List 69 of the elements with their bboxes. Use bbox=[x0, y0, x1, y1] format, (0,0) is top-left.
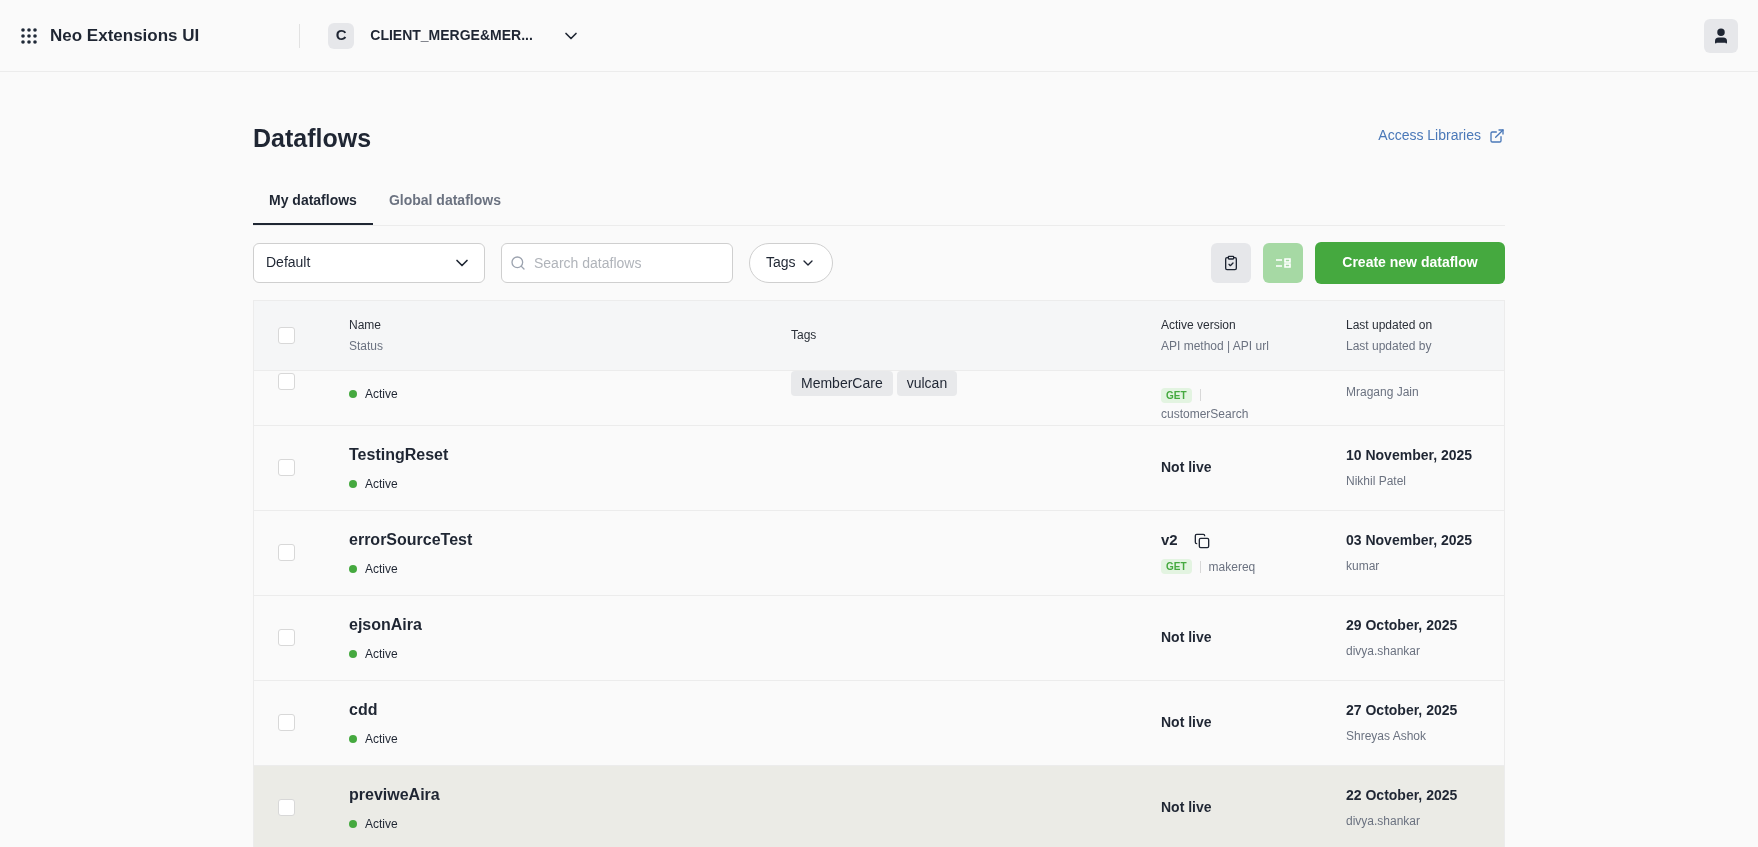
dataflow-name[interactable]: previweAira bbox=[349, 782, 791, 807]
copy-icon[interactable] bbox=[1193, 532, 1210, 549]
method-badge: GET bbox=[1161, 559, 1192, 575]
api-url: customerSearch bbox=[1161, 405, 1250, 423]
tag: MemberCare bbox=[791, 370, 893, 396]
move-button[interactable] bbox=[1263, 242, 1303, 283]
version-label: v2 bbox=[1161, 530, 1178, 551]
api-url: makereq bbox=[1208, 558, 1256, 576]
status-text: Active bbox=[365, 645, 398, 663]
clipboard-button[interactable] bbox=[1211, 242, 1251, 283]
move-icon bbox=[1275, 255, 1291, 270]
dataflow-name[interactable]: ejsonAira bbox=[349, 612, 791, 637]
user-icon bbox=[1712, 26, 1730, 45]
column-subtitle: Status bbox=[349, 337, 385, 355]
checkbox[interactable] bbox=[278, 714, 295, 731]
version-status: Not live bbox=[1161, 713, 1213, 732]
checkbox[interactable] bbox=[278, 799, 295, 816]
column-title: Last updated on bbox=[1346, 316, 1434, 334]
updated-by: Mragang Jain bbox=[1346, 383, 1420, 401]
dataflow-name[interactable]: TestingReset bbox=[349, 442, 791, 467]
updated-by: kumar bbox=[1346, 558, 1381, 575]
dataflow-name[interactable]: cdd bbox=[349, 697, 791, 722]
tag: vulcan bbox=[896, 370, 958, 396]
checkbox[interactable] bbox=[278, 459, 295, 476]
updated-date: 22 October, 2025 bbox=[1346, 786, 1459, 805]
checkbox[interactable] bbox=[278, 629, 295, 646]
method-badge: GET bbox=[1161, 387, 1192, 403]
tab[interactable]: My dataflows bbox=[253, 189, 373, 225]
updated-date: 29 October, 2025 bbox=[1346, 616, 1459, 635]
search-field[interactable]: Search dataflows bbox=[501, 242, 733, 283]
user-button[interactable] bbox=[1704, 18, 1738, 53]
table-row[interactable]: Active MemberCare vulcan GET customerSearch Mragang Jain bbox=[254, 370, 1504, 426]
checkbox[interactable] bbox=[278, 372, 295, 390]
dataflow-name[interactable]: errorSourceTest bbox=[349, 527, 791, 552]
clipboard-check-icon bbox=[1223, 254, 1239, 271]
updated-by: Nikhil Patel bbox=[1346, 473, 1408, 490]
view-select[interactable]: Default bbox=[253, 242, 485, 283]
column-subtitle: API method | API url bbox=[1161, 337, 1270, 355]
org-name[interactable]: CLIENT_MERGE&MER... bbox=[370, 25, 533, 46]
updated-by: divya.shankar bbox=[1346, 643, 1422, 660]
tab[interactable]: Global dataflows bbox=[372, 189, 517, 225]
status-text: Active bbox=[365, 475, 398, 493]
status-text: Active bbox=[365, 730, 398, 748]
status-text: Active bbox=[365, 385, 398, 403]
table-row[interactable]: previweAira Active Not live 22 October, 2025 divya.shankar bbox=[254, 765, 1504, 847]
status-text: Active bbox=[365, 560, 398, 578]
app-title: Neo Extensions UI bbox=[50, 24, 200, 47]
version-status: Not live bbox=[1161, 458, 1213, 477]
status-text: Active bbox=[365, 815, 398, 833]
column-subtitle: Last updated by bbox=[1346, 337, 1433, 355]
updated-date: 03 November, 2025 bbox=[1346, 531, 1474, 550]
org-avatar: C bbox=[328, 22, 355, 49]
external-link-icon bbox=[1489, 127, 1505, 144]
column-title: Name bbox=[349, 316, 382, 334]
access-libraries-link[interactable]: Access Libraries bbox=[1378, 125, 1505, 146]
search-icon bbox=[510, 254, 526, 271]
version-status: Not live bbox=[1161, 628, 1213, 647]
updated-date: 27 October, 2025 bbox=[1346, 701, 1459, 720]
page-title: Dataflows bbox=[253, 123, 372, 154]
checkbox[interactable] bbox=[278, 544, 295, 561]
checkbox[interactable] bbox=[278, 326, 295, 344]
column-title: Tags bbox=[791, 327, 818, 344]
tags-button[interactable]: Tags bbox=[749, 242, 833, 283]
column-title: Active version bbox=[1161, 316, 1237, 334]
updated-by: divya.shankar bbox=[1346, 813, 1422, 830]
app-grid-icon[interactable] bbox=[20, 26, 38, 45]
version-status: Not live bbox=[1161, 798, 1213, 817]
updated-date: 10 November, 2025 bbox=[1346, 446, 1474, 465]
updated-by: Shreyas Ashok bbox=[1346, 728, 1428, 745]
